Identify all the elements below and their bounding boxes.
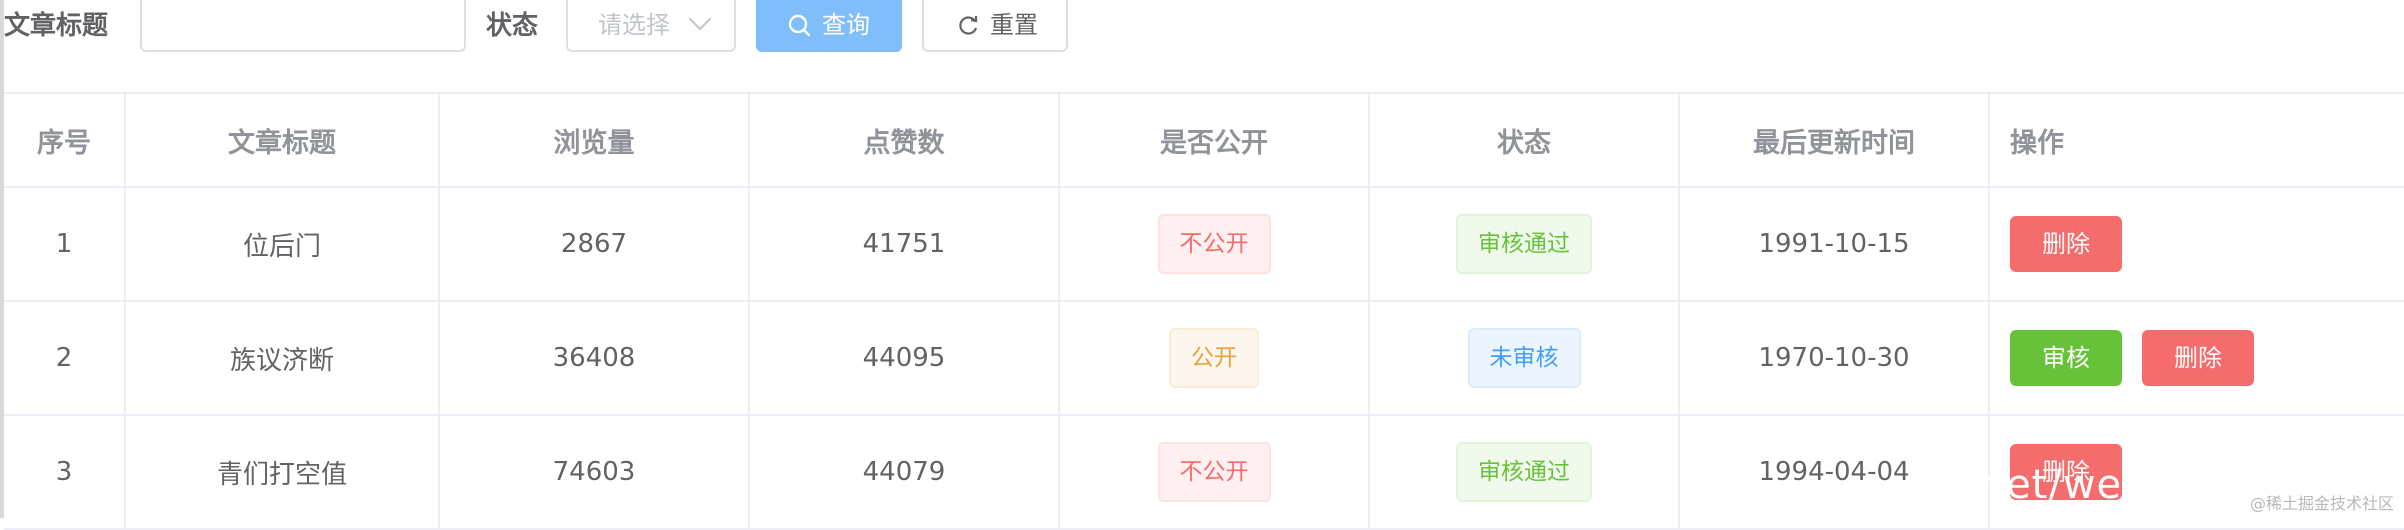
view-count: 74603	[440, 416, 750, 528]
public-cell: 公开	[1060, 302, 1370, 414]
status-cell: 未审核	[1370, 302, 1680, 414]
public-tag: 不公开	[1157, 442, 1271, 502]
audit-button[interactable]: 审核	[2010, 330, 2122, 386]
chevron-down-icon	[688, 7, 712, 31]
article-title: 位后门	[126, 188, 440, 300]
column-header: 点赞数	[750, 94, 1060, 186]
table-header: 序号 文章标题 浏览量 点赞数 是否公开 状态 最后更新时间 操作	[4, 92, 2404, 188]
table-row: 1 位后门 2867 41751 不公开 审核通过 1991-10-15 删除	[4, 188, 2404, 302]
column-header: 浏览量	[440, 94, 750, 186]
status-tag: 未审核	[1467, 328, 1581, 388]
row-index: 3	[4, 416, 126, 528]
column-header: 状态	[1370, 94, 1680, 186]
status-select[interactable]: 请选择	[566, 0, 736, 52]
delete-button[interactable]: 删除	[2142, 330, 2254, 386]
status-select-placeholder: 请选择	[598, 11, 670, 39]
delete-button[interactable]: 删除	[2010, 216, 2122, 272]
status-tag: 审核通过	[1456, 214, 1592, 274]
article-title: 族议济断	[126, 302, 440, 414]
actions-cell: 审核 删除	[1990, 302, 2404, 414]
updated-time: 1994-04-04	[1680, 416, 1990, 528]
public-tag: 公开	[1169, 328, 1259, 388]
status-cell: 审核通过	[1370, 188, 1680, 300]
public-cell: 不公开	[1060, 188, 1370, 300]
actions-cell: 删除	[1990, 188, 2404, 300]
overlay-url-text: .net/we	[1966, 462, 2123, 508]
reset-button[interactable]: 重置	[922, 0, 1068, 52]
like-count: 44095	[750, 302, 1060, 414]
like-count: 41751	[750, 188, 1060, 300]
view-count: 36408	[440, 302, 750, 414]
public-cell: 不公开	[1060, 416, 1370, 528]
view-count: 2867	[440, 188, 750, 300]
table-row: 2 族议济断 36408 44095 公开 未审核 1970-10-30 审核 …	[4, 302, 2404, 416]
row-index: 1	[4, 188, 126, 300]
watermark: @稀土掘金技术社区	[2249, 494, 2394, 513]
column-header: 文章标题	[126, 94, 440, 186]
refresh-icon	[956, 0, 980, 67]
row-index: 2	[4, 302, 126, 414]
column-header: 是否公开	[1060, 94, 1370, 186]
search-button-label: 查询	[822, 11, 870, 39]
search-button[interactable]: 查询	[756, 0, 902, 52]
column-header: 操作	[2010, 127, 2064, 159]
public-tag: 不公开	[1157, 214, 1271, 274]
search-icon	[788, 0, 812, 67]
like-count: 44079	[750, 416, 1060, 528]
column-header: 最后更新时间	[1680, 94, 1990, 186]
updated-time: 1970-10-30	[1680, 302, 1990, 414]
status-cell: 审核通过	[1370, 416, 1680, 528]
article-title: 青们打空值	[126, 416, 440, 528]
search-form: 文章标题 状态 请选择 查询 重置	[0, 0, 2404, 92]
updated-time: 1991-10-15	[1680, 188, 1990, 300]
reset-button-label: 重置	[990, 11, 1038, 39]
column-header: 序号	[4, 94, 126, 186]
status-tag: 审核通过	[1456, 442, 1592, 502]
status-label: 状态	[486, 11, 539, 41]
title-label: 文章标题	[4, 11, 109, 41]
title-input[interactable]	[140, 0, 466, 52]
